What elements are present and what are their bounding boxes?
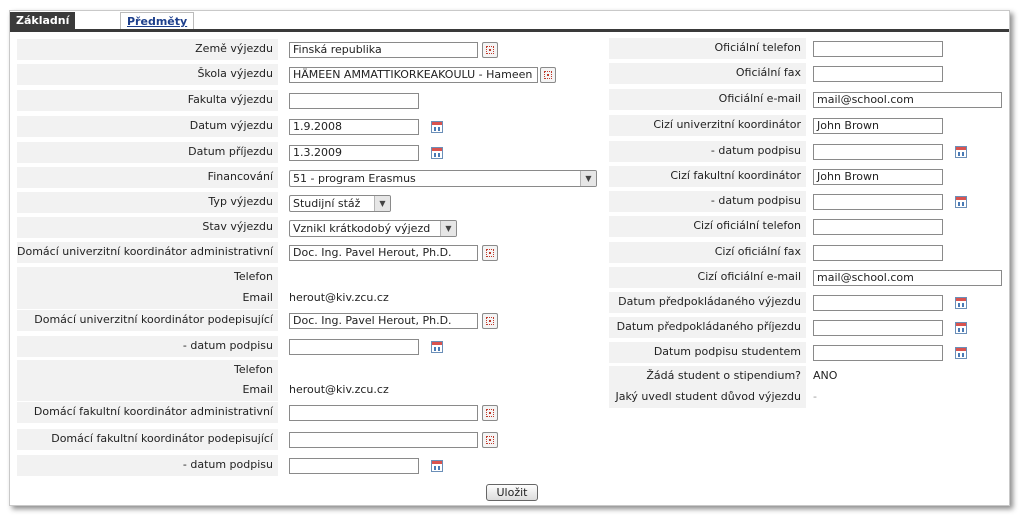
- home-uni-sign-picker-icon[interactable]: [482, 313, 498, 329]
- sign-date1-label: - datum podpisu: [17, 336, 278, 357]
- school-picker-icon[interactable]: [540, 67, 556, 83]
- state-select[interactable]: Vznikl krátkodobý výjezd ▼: [289, 220, 457, 237]
- foreign-fax-label: Cizí oficiální fax: [609, 242, 806, 263]
- exp-arrival-input[interactable]: [813, 320, 943, 336]
- home-fac-admin-picker-icon[interactable]: [482, 405, 498, 421]
- chevron-down-icon: ▼: [440, 221, 456, 236]
- foreign-fac-input[interactable]: John Brown: [813, 169, 943, 185]
- foreign-email-input[interactable]: mail@school.com: [813, 270, 1002, 286]
- home-fac-sign-label: Domácí fakultní koordinátor podepisující: [17, 429, 278, 450]
- foreign-uni-date-input[interactable]: [813, 144, 943, 160]
- off-fax-input[interactable]: [813, 66, 943, 82]
- foreign-email-label: Cizí oficiální e-mail: [609, 267, 806, 288]
- foreign-fac-date-calendar-icon[interactable]: [955, 196, 967, 208]
- tab-subjects[interactable]: Předměty: [120, 12, 195, 29]
- state-label: Stav výjezdu: [17, 217, 278, 238]
- sign-date1-calendar-icon[interactable]: [431, 341, 443, 353]
- chevron-down-icon: ▼: [374, 196, 390, 211]
- exp-departure-label: Datum předpokládaného výjezdu: [609, 292, 806, 313]
- form-frame: Základní údaje Předměty Země výjezdu Fin…: [9, 10, 1010, 506]
- departure-label: Datum výjezdu: [17, 116, 278, 137]
- exp-departure-calendar-icon[interactable]: [955, 297, 967, 309]
- departure-input[interactable]: 1.9.2008: [289, 119, 419, 135]
- sign-date1-input[interactable]: [289, 339, 419, 355]
- off-email-input[interactable]: mail@school.com: [813, 92, 1002, 108]
- sign-date2-label: - datum podpisu: [17, 455, 278, 476]
- save-button[interactable]: Uložit: [486, 484, 538, 501]
- off-phone-input[interactable]: [813, 41, 943, 57]
- off-phone-label: Oficiální telefon: [609, 38, 806, 59]
- exp-arrival-label: Datum předpokládaného příjezdu: [609, 317, 806, 338]
- phone1-label: Telefon: [17, 267, 278, 288]
- foreign-fax-input[interactable]: [813, 245, 943, 261]
- state-select-value: Vznikl krátkodobý výjezd: [293, 222, 431, 235]
- off-fax-label: Oficiální fax: [609, 63, 806, 84]
- school-label: Škola výjezdu: [17, 64, 278, 85]
- arrival-label: Datum příjezdu: [17, 142, 278, 163]
- exp-arrival-calendar-icon[interactable]: [955, 322, 967, 334]
- scholarship-label: Žádá student o stipendium?: [609, 366, 806, 387]
- funding-select[interactable]: 51 - program Erasmus ▼: [289, 170, 597, 187]
- country-picker-icon[interactable]: [482, 42, 498, 58]
- type-label: Typ výjezdu: [17, 192, 278, 213]
- scholarship-value: ANO: [813, 369, 838, 382]
- home-uni-admin-label: Domácí univerzitní koordinátor administr…: [17, 242, 278, 263]
- email2-value: herout@kiv.zcu.cz: [289, 383, 389, 396]
- foreign-uni-label: Cizí univerzitní koordinátor: [609, 115, 806, 136]
- off-email-label: Oficiální e-mail: [609, 89, 806, 110]
- student-sign-label: Datum podpisu studentem: [609, 342, 806, 363]
- funding-select-value: 51 - program Erasmus: [293, 172, 416, 185]
- home-fac-sign-input[interactable]: [289, 432, 478, 448]
- email2-label: Email: [17, 380, 278, 401]
- home-uni-admin-input[interactable]: Doc. Ing. Pavel Herout, Ph.D.: [289, 245, 478, 261]
- foreign-uni-input[interactable]: John Brown: [813, 118, 943, 134]
- country-input[interactable]: Finská republika: [289, 42, 478, 58]
- home-fac-sign-picker-icon[interactable]: [482, 432, 498, 448]
- home-uni-sign-input[interactable]: Doc. Ing. Pavel Herout, Ph.D.: [289, 313, 478, 329]
- student-sign-calendar-icon[interactable]: [955, 347, 967, 359]
- home-uni-admin-picker-icon[interactable]: [482, 245, 498, 261]
- funding-label: Financování: [17, 167, 278, 188]
- sign-date2-input[interactable]: [289, 458, 419, 474]
- country-label: Země výjezdu: [17, 39, 278, 60]
- foreign-uni-date-calendar-icon[interactable]: [955, 146, 967, 158]
- arrival-input[interactable]: 1.3.2009: [289, 145, 419, 161]
- home-fac-admin-label: Domácí fakultní koordinátor administrati…: [17, 402, 278, 423]
- faculty-label: Fakulta výjezdu: [17, 90, 278, 111]
- school-input[interactable]: HÄMEEN AMMATTIKORKEAKOULU - Hameen: [289, 67, 538, 83]
- reason-label: Jaký uvedl student důvod výjezdu: [609, 387, 806, 408]
- faculty-input[interactable]: [289, 93, 419, 109]
- student-sign-input[interactable]: [813, 345, 943, 361]
- home-fac-admin-input[interactable]: [289, 405, 478, 421]
- foreign-fac-label: Cizí fakultní koordinátor: [609, 166, 806, 187]
- foreign-phone-label: Cizí oficiální telefon: [609, 216, 806, 237]
- sign-date2-calendar-icon[interactable]: [431, 460, 443, 472]
- reason-value: -: [813, 390, 817, 403]
- email1-label: Email: [17, 288, 278, 309]
- chevron-down-icon: ▼: [580, 171, 596, 186]
- foreign-phone-input[interactable]: [813, 219, 943, 235]
- phone2-label: Telefon: [17, 360, 278, 381]
- type-select-value: Studijní stáž: [293, 197, 361, 210]
- arrival-calendar-icon[interactable]: [431, 147, 443, 159]
- home-uni-sign-label: Domácí univerzitní koordinátor podepisuj…: [17, 310, 278, 331]
- departure-calendar-icon[interactable]: [431, 121, 443, 133]
- foreign-uni-date-label: - datum podpisu: [609, 141, 806, 162]
- tab-underline: [10, 29, 1009, 32]
- type-select[interactable]: Studijní stáž ▼: [289, 195, 391, 212]
- email1-value: herout@kiv.zcu.cz: [289, 291, 389, 304]
- exp-departure-input[interactable]: [813, 295, 943, 311]
- tab-basic-info[interactable]: Základní údaje: [10, 12, 76, 44]
- foreign-fac-date-input[interactable]: [813, 194, 943, 210]
- foreign-fac-date-label: - datum podpisu: [609, 191, 806, 212]
